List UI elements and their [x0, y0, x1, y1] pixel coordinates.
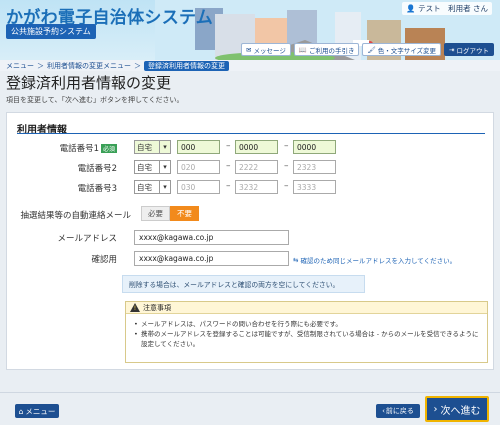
notice-item: 携帯のメールアドレスを登録することは可能ですが、受信制限されている場合は - か… — [134, 329, 479, 349]
phone3-part1-input[interactable]: 030 — [177, 180, 220, 194]
email-input[interactable]: xxxx@kagawa.co.jp — [134, 230, 289, 245]
lottery-mail-need-option[interactable]: 必要 — [141, 206, 170, 221]
required-badge: 必須 — [100, 144, 117, 153]
logout-button-label: ログアウト — [456, 46, 490, 55]
section-divider — [17, 133, 485, 134]
breadcrumb-item-change-menu[interactable]: 利用者情報の変更メニュー — [47, 61, 131, 71]
phone1-label-text: 電話番号1 — [59, 144, 99, 154]
menu-button[interactable]: ⌂ メニュー — [15, 404, 59, 418]
phone2-type-value: 自宅 — [137, 162, 152, 172]
breadcrumb-separator-icon: ＞ — [37, 61, 44, 70]
phone3-part2-input[interactable]: 3232 — [235, 180, 278, 194]
notice-box: ! 注意事項 メールアドレスは、パスワードの問い合わせを行う際にも必要です。 携… — [125, 301, 488, 363]
phone2-type-select[interactable]: 自宅 ▾ — [134, 160, 171, 174]
user-info-panel: 利用者情報 電話番号1 必須 自宅 ▾ 000 – 0000 – 0000 電話番… — [6, 112, 494, 370]
notice-title: 注意事項 — [143, 303, 171, 312]
breadcrumb: メニュー ＞ 利用者情報の変更メニュー ＞ 登録済利用者情報の変更 — [0, 60, 500, 71]
dash-separator: – — [226, 141, 231, 151]
phone1-part2-input[interactable]: 0000 — [235, 140, 278, 154]
lottery-mail-toggle: 必要 不要 — [141, 206, 199, 221]
next-button[interactable]: › 次へ進む — [425, 396, 489, 422]
message-button[interactable]: ✉ メッセージ — [241, 43, 291, 56]
breadcrumb-item-menu[interactable]: メニュー — [6, 61, 34, 71]
confirm-hint-text: 確認のため同じメールアドレスを入力してください。 — [300, 257, 457, 265]
logout-button[interactable]: ⇥ ログアウト — [444, 43, 494, 56]
dash-separator: – — [284, 181, 289, 191]
chevron-down-icon: ▾ — [159, 181, 170, 193]
phone3-type-value: 自宅 — [137, 182, 152, 192]
chevron-down-icon: ▾ — [159, 161, 170, 173]
email-confirm-input[interactable]: xxxx@kagawa.co.jp — [134, 251, 289, 266]
notice-item: メールアドレスは、パスワードの問い合わせを行う際にも必要です。 — [134, 319, 479, 329]
dash-separator: – — [284, 161, 289, 171]
user-label: 👤 テスト 利用者 さん — [402, 2, 492, 15]
user-icon: 👤 — [406, 4, 416, 13]
phone1-type-value: 自宅 — [137, 142, 152, 152]
notice-list: メールアドレスは、パスワードの問い合わせを行う際にも必要です。 携帯のメールアド… — [126, 314, 487, 349]
chevron-left-icon: ‹ — [382, 407, 385, 415]
app-header: かがわ電子自治体システム 公共施設予約システム 👤 テスト 利用者 さん ✉ メ… — [0, 0, 500, 60]
phone1-label: 電話番号1 必須 — [7, 142, 117, 154]
link-icon: ⇆ — [293, 256, 299, 264]
breadcrumb-separator-icon: ＞ — [134, 61, 141, 70]
phone1-part3-input[interactable]: 0000 — [293, 140, 336, 154]
dash-separator: – — [226, 161, 231, 171]
confirm-hint: ⇆ 確認のため同じメールアドレスを入力してください。 — [293, 255, 456, 265]
phone2-part1-input[interactable]: 020 — [177, 160, 220, 174]
phone1-part1-input[interactable]: 000 — [177, 140, 220, 154]
phone2-part3-input[interactable]: 2323 — [293, 160, 336, 174]
email-label: メールアドレス — [57, 234, 117, 244]
warning-icon: ! — [130, 303, 140, 312]
delete-info: 削除する場合は、メールアドレスと確認の両方を空にしてください。 — [122, 275, 365, 293]
chevron-down-icon: ▾ — [159, 141, 170, 153]
home-icon: ⌂ — [18, 406, 24, 416]
notice-header: ! 注意事項 — [126, 302, 487, 314]
menu-button-label: メニュー — [25, 406, 56, 416]
lottery-mail-noneed-option[interactable]: 不要 — [170, 206, 199, 221]
phone3-type-select[interactable]: 自宅 ▾ — [134, 180, 171, 194]
chevron-right-icon: › — [433, 403, 438, 415]
display-settings-label: 色・文字サイズ変更 — [377, 46, 437, 55]
phone2-label: 電話番号2 — [77, 164, 117, 174]
breadcrumb-current: 登録済利用者情報の変更 — [144, 60, 229, 71]
message-button-label: メッセージ — [253, 46, 286, 55]
app-subtitle: 公共施設予約システム — [6, 24, 96, 39]
user-name: テスト 利用者 さん — [418, 4, 488, 13]
help-button[interactable]: 📖 ご利用の手引き — [293, 43, 360, 56]
email-confirm-label: 確認用 — [91, 255, 117, 265]
next-button-label: 次へ進む — [440, 405, 481, 417]
logout-icon: ⇥ — [449, 45, 455, 54]
brush-icon: 🖌 — [367, 45, 376, 54]
dash-separator: – — [284, 141, 289, 151]
help-button-label: ご利用の手引き — [308, 46, 355, 55]
phone3-part3-input[interactable]: 3333 — [293, 180, 336, 194]
message-icon: ✉ — [246, 45, 252, 54]
dash-separator: – — [226, 181, 231, 191]
book-icon: 📖 — [298, 45, 307, 54]
phone1-type-select[interactable]: 自宅 ▾ — [134, 140, 171, 154]
lottery-mail-label: 抽選結果等の自動連絡メール — [20, 211, 131, 221]
back-button-label: 前に戻る — [385, 407, 414, 415]
page-title: 登録済利用者情報の変更 — [6, 74, 172, 92]
phone2-part2-input[interactable]: 2222 — [235, 160, 278, 174]
phone3-label: 電話番号3 — [77, 184, 117, 194]
back-button[interactable]: ‹ 前に戻る — [376, 404, 420, 418]
display-settings-button[interactable]: 🖌 色・文字サイズ変更 — [362, 43, 442, 56]
page-description: 項目を変更して、「次へ進む」ボタンを押してください。 — [6, 96, 184, 104]
